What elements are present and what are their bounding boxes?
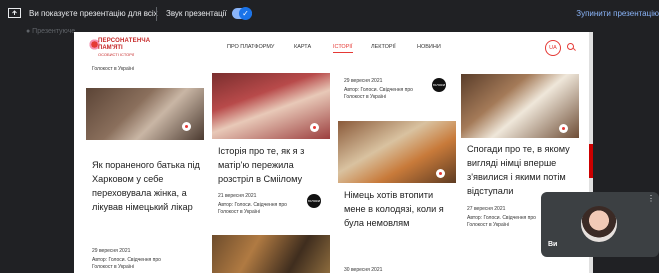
card-author-snippet: Голокост в Україні — [92, 66, 135, 72]
nav-about[interactable]: ПРО ПЛАТФОРМУ — [227, 44, 274, 50]
story-card[interactable]: 29 вересня 2021 Автор: Голоси. Свідчення… — [338, 60, 456, 273]
self-avatar — [581, 206, 617, 242]
card-date: 27 вересня 2021 — [467, 206, 506, 212]
video-play-icon[interactable] — [182, 122, 191, 131]
video-play-icon[interactable] — [310, 123, 319, 132]
card-author: Автор: Голоси. Свідчення про Голокост в … — [218, 202, 287, 215]
presentation-audio-toggle[interactable]: ✓ — [232, 7, 252, 20]
story-card[interactable]: Історія про те, як я з матір'ю пережила … — [212, 60, 330, 273]
bar-divider — [156, 7, 157, 21]
card-photo[interactable] — [212, 73, 330, 139]
self-view-tile[interactable]: Ви ⋮ — [541, 192, 659, 257]
video-play-icon[interactable] — [436, 169, 445, 178]
card-date: 30 вересня 2021 — [344, 267, 383, 273]
language-switcher[interactable]: UA — [545, 40, 561, 56]
card-photo[interactable] — [461, 74, 579, 138]
story-card[interactable]: Голокост в Україні Як пораненого батька … — [86, 60, 204, 273]
nav-stories[interactable]: ІСТОРІЇ — [333, 44, 352, 50]
site-header: ПЕРСОНАТЕНЧА ПАМ'ЯТІ ОСОБИСТІ ІСТОРІЇ ПР… — [74, 32, 593, 60]
card-author: Автор: Голоси. Свідчення про Голокост в … — [467, 215, 536, 228]
present-screen-icon — [8, 8, 21, 18]
card-date: 29 вересня 2021 — [92, 248, 131, 254]
toggle-check-icon: ✓ — [239, 7, 252, 20]
self-name-label: Ви — [548, 241, 558, 248]
nav-news[interactable]: НОВИНИ — [417, 44, 441, 50]
presentation-audio-label: Звук презентації — [166, 9, 227, 18]
source-logo-badge[interactable]: голоси — [432, 78, 446, 92]
nav-map[interactable]: КАРТА — [294, 44, 311, 50]
card-title[interactable]: Історія про те, як я з матір'ю пережила … — [218, 144, 330, 186]
card-photo[interactable] — [338, 121, 456, 183]
more-options-icon[interactable]: ⋮ — [647, 194, 655, 203]
card-title[interactable]: Німець хотів втопити мене в колодязі, ко… — [344, 188, 456, 230]
logo-subtitle: ОСОБИСТІ ІСТОРІЇ — [98, 52, 135, 57]
video-play-icon[interactable] — [559, 124, 568, 133]
ghost-tab-label: ● Презентуюче — [26, 28, 76, 35]
card-title[interactable]: Як пораненого батька під Харковом у себе… — [92, 158, 204, 214]
nav-lectures[interactable]: ЛЕКТОРІЇ — [371, 44, 396, 50]
card-author-prev: Автор: Голоси. Свідчення про Голокост в … — [344, 87, 413, 100]
stop-presenting-button[interactable]: Зупинити презентацію — [576, 9, 659, 18]
card-photo[interactable] — [86, 88, 204, 140]
meet-presenting-bar: Ви показуєте презентацію для всіх Звук п… — [0, 0, 659, 28]
presented-page: ПЕРСОНАТЕНЧА ПАМ'ЯТІ ОСОБИСТІ ІСТОРІЇ ПР… — [74, 32, 593, 273]
card-title[interactable]: Спогади про те, в якому вигляді німці вп… — [467, 142, 579, 198]
card-photo-next[interactable] — [212, 235, 330, 273]
search-icon[interactable] — [567, 43, 574, 50]
card-author: Автор: Голоси. Свідчення про Голокост в … — [92, 257, 161, 270]
logo-title-2: ПАМ'ЯТІ — [98, 45, 123, 51]
presenting-status-text: Ви показуєте презентацію для всіх — [29, 9, 158, 18]
nav-active-underline — [333, 52, 353, 53]
card-date-prev: 29 вересня 2021 — [344, 78, 383, 84]
logo-title-1: ПЕРСОНАТЕНЧА — [98, 38, 151, 44]
page-scrollbar-thumb[interactable] — [589, 144, 593, 178]
source-logo-badge[interactable]: голоси — [307, 194, 321, 208]
card-date: 21 вересня 2021 — [218, 193, 257, 199]
